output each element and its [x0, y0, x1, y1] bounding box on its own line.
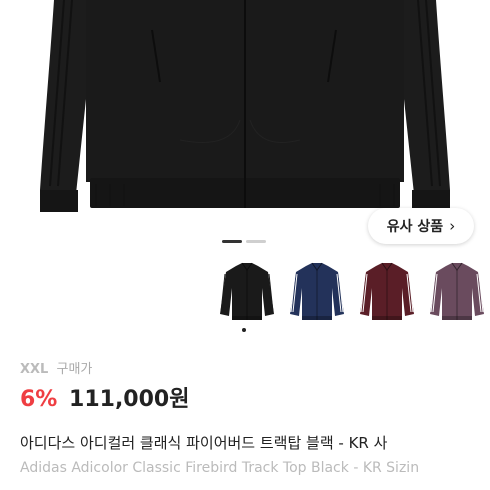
product-image[interactable]: 유사 상품 ›: [0, 0, 490, 252]
page-indicator-inactive: [246, 240, 266, 243]
price-value: 111,000원: [69, 387, 190, 412]
thumbnail-black[interactable]: [218, 258, 276, 326]
thumbnail-navy[interactable]: [288, 258, 346, 326]
similar-products-label: 유사 상품: [386, 219, 444, 235]
thumbnail-selected-indicator: [242, 328, 246, 332]
thumbnail-mauve[interactable]: [428, 258, 486, 326]
similar-products-button[interactable]: 유사 상품 ›: [368, 208, 474, 244]
size-price-label: XXL 구매가: [20, 358, 92, 377]
thumbnail-burgundy[interactable]: [358, 258, 416, 326]
color-thumbnail-list: [218, 258, 490, 338]
product-title-korean: 아디다스 아디컬러 클래식 파이어버드 트랙탑 블랙 - KR 사: [20, 434, 388, 452]
page-indicator-active: [222, 240, 242, 243]
discount-rate: 6%: [20, 387, 58, 412]
price-row: 6% 111,000원: [20, 381, 189, 413]
chevron-right-icon: ›: [449, 217, 456, 235]
purchase-price-label: 구매가: [56, 362, 93, 377]
product-title-english: Adidas Adicolor Classic Firebird Track T…: [20, 460, 420, 476]
size-value: XXL: [20, 362, 49, 377]
